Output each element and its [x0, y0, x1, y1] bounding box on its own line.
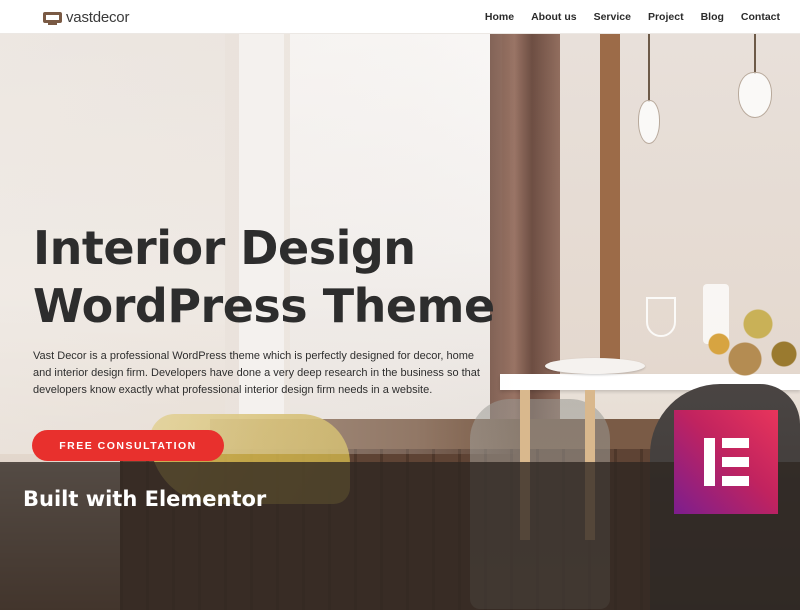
light-bulb-icon: [738, 72, 772, 118]
site-logo[interactable]: vastdecor: [43, 9, 129, 26]
nav-blog[interactable]: Blog: [701, 11, 724, 23]
logo-text: vastdecor: [66, 9, 130, 26]
site-header: vastdecor Home About us Service Project …: [0, 0, 800, 34]
hero-plate: [545, 358, 645, 374]
logo-icon: [43, 12, 62, 25]
hero-window-frame: [600, 34, 620, 364]
light-bulb-icon: [638, 100, 660, 144]
hero-description: Vast Decor is a professional WordPress t…: [33, 350, 480, 396]
hero-wine-glass: [646, 297, 676, 337]
hero-flowers: [680, 284, 800, 384]
main-nav: Home About us Service Project Blog Conta…: [468, 11, 780, 23]
nav-about-us[interactable]: About us: [531, 11, 577, 23]
nav-home[interactable]: Home: [485, 11, 514, 23]
free-consultation-button[interactable]: FREE CONSULTATION: [32, 430, 224, 461]
nav-service[interactable]: Service: [594, 11, 631, 23]
nav-contact[interactable]: Contact: [741, 11, 780, 23]
elementor-banner-text: Built with Elementor: [23, 487, 267, 511]
elementor-icon: [674, 410, 778, 514]
nav-project[interactable]: Project: [648, 11, 684, 23]
hero-title: Interior Design WordPress Theme: [33, 221, 495, 333]
